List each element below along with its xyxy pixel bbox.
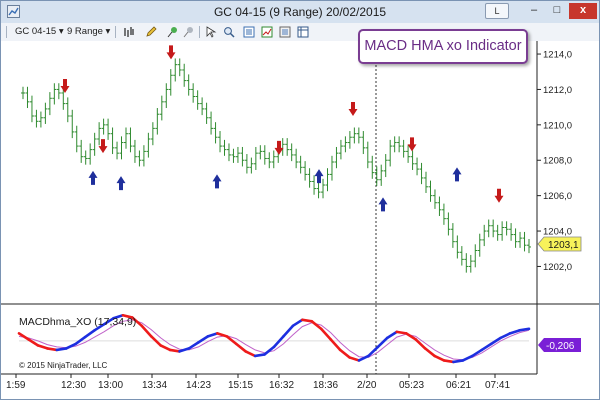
time-tick-label: 07:41 — [485, 380, 510, 391]
macd-segment — [452, 359, 465, 364]
time-tick-label: 16:32 — [269, 380, 294, 391]
price-tick-label: 1202,0 — [543, 262, 572, 273]
chart-background — [1, 41, 599, 399]
instrument-selector[interactable]: GC 04-15 ▾ — [15, 25, 64, 39]
time-tick-label: 13:34 — [142, 380, 167, 391]
strategies-icon[interactable] — [279, 26, 291, 38]
indicator-label: MACDhma_XO (17,34,9) — [19, 316, 136, 328]
current-price-value: 1203,1 — [548, 240, 579, 251]
close-button[interactable]: x — [569, 3, 597, 19]
toolbar-divider — [199, 26, 200, 38]
window-title: GC 04-15 (9 Range) 20/02/2015 — [213, 5, 387, 19]
pencil-icon[interactable] — [145, 26, 157, 38]
maximize-button[interactable]: □ — [547, 3, 567, 19]
macd-segment — [253, 353, 266, 358]
time-tick-label: 05:23 — [399, 380, 424, 391]
time-tick-label: 2/20 — [357, 380, 377, 391]
macd-segment — [395, 330, 408, 335]
macd-segment — [46, 347, 59, 352]
toolbar-grip — [6, 26, 7, 38]
indicator-callout: MACD HMA xo Indicator — [358, 29, 528, 64]
time-tick-label: 14:23 — [186, 380, 211, 391]
time-tick-label: 1:59 — [6, 380, 26, 391]
chart-window: GC 04-15 (9 Range) 20/02/2015 L – □ x GC… — [0, 0, 600, 400]
time-tick-label: 12:30 — [61, 380, 86, 391]
minimize-button[interactable]: – — [523, 3, 545, 19]
macd-segment — [301, 318, 314, 323]
interval-selector[interactable]: 9 Range ▾ — [67, 25, 110, 39]
price-tick-label: 1212,0 — [543, 85, 572, 96]
link-button[interactable]: L — [485, 3, 509, 19]
data-box-icon[interactable] — [297, 26, 309, 38]
bar-style-icon[interactable] — [123, 26, 135, 38]
macd-value: -0,206 — [546, 341, 575, 352]
price-chart[interactable]: 1214,0 1212,0 1210,0 1208,0 1206,0 1204,0 1202… — [1, 41, 599, 399]
macd-segment — [442, 359, 455, 364]
price-tick-label: 1204,0 — [543, 227, 572, 238]
current-price-marker: 1203,1 — [537, 236, 582, 252]
macd-segment — [518, 327, 531, 332]
indicators-icon[interactable] — [261, 26, 273, 38]
cursor-icon[interactable] — [205, 26, 217, 38]
time-tick-label: 15:15 — [228, 380, 253, 391]
macd-segment — [55, 347, 68, 352]
macd-value-marker: -0,206 — [538, 338, 581, 352]
price-tick-label: 1206,0 — [543, 191, 572, 202]
macd-segment — [168, 348, 181, 353]
pin-icon[interactable] — [167, 26, 179, 38]
time-tick-label: 18:36 — [313, 380, 338, 391]
price-tick-label: 1210,0 — [543, 120, 572, 131]
copyright-text: © 2015 NinjaTrader, LLC — [19, 361, 108, 370]
properties-icon[interactable] — [243, 26, 255, 38]
price-tick-label: 1214,0 — [543, 50, 572, 61]
toolbar-divider — [115, 26, 116, 38]
time-tick-label: 06:21 — [446, 380, 471, 391]
pin-gray-icon[interactable] — [183, 26, 195, 38]
zoom-icon[interactable] — [223, 26, 235, 38]
time-tick-label: 13:00 — [98, 380, 123, 391]
price-tick-label: 1208,0 — [543, 156, 572, 167]
title-bar[interactable]: GC 04-15 (9 Range) 20/02/2015 L – □ x — [1, 1, 599, 23]
